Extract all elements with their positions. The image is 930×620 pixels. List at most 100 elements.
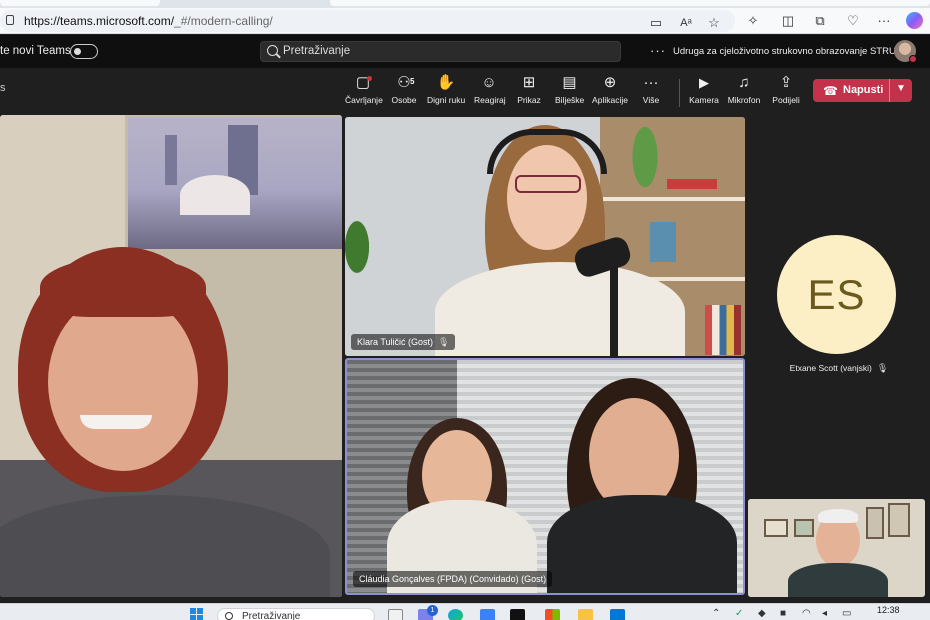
participant-name-label: Klara Tuličić (Gost) 🎙 xyxy=(351,334,456,350)
participant-avatar-tile[interactable]: ES Etxane Scott (vanjski) 🎙 xyxy=(748,223,930,373)
battery-icon[interactable]: ▭ xyxy=(842,608,851,619)
taskbar-clock[interactable]: 12:38 xyxy=(877,605,900,615)
glasses xyxy=(515,175,581,193)
favorite-star-icon[interactable]: ☆ xyxy=(706,16,722,30)
chat-icon: ▢ xyxy=(355,74,371,91)
chat-button[interactable]: ▢ Čavrljanje xyxy=(345,74,383,112)
view-button[interactable]: ⊞ Prikaz xyxy=(517,74,541,112)
grid-icon: ⊞ xyxy=(522,74,536,91)
mic-stand xyxy=(610,267,618,356)
smiley-icon: ☺ xyxy=(481,74,497,91)
app-icon[interactable] xyxy=(510,609,525,620)
apps-button[interactable]: ⊕ Aplikacije xyxy=(592,74,628,112)
camera-icon: ▶ xyxy=(699,75,709,90)
participant-shirt xyxy=(788,563,888,597)
camera-button[interactable]: ▶ Kamera xyxy=(689,74,719,112)
meeting-controls-bar: s ▢ Čavrljanje ⚇ 5 Osobe ✋ Digni ruku ☺ … xyxy=(0,68,930,115)
more-icon[interactable]: ··· xyxy=(876,14,892,28)
browser-tab-active[interactable] xyxy=(330,0,930,6)
screen: https://teams.microsoft.com/_#/modern-ca… xyxy=(0,0,930,620)
extensions-icon[interactable]: ✧ xyxy=(745,14,761,28)
participant-sweater xyxy=(547,495,737,593)
tray-app-icon[interactable]: ◆ xyxy=(758,608,766,619)
raise-hand-button[interactable]: ✋ Digni ruku xyxy=(427,74,465,112)
settings-more-icon[interactable]: ··· xyxy=(650,43,666,58)
security-icon[interactable]: ✓ xyxy=(735,608,743,619)
search-placeholder: Pretraživanje xyxy=(283,45,351,57)
store-icon[interactable] xyxy=(480,609,495,620)
mic-muted-icon: 🎙 xyxy=(438,337,450,347)
picture-frame xyxy=(888,503,910,537)
file-explorer-icon[interactable] xyxy=(578,609,593,620)
organization-name[interactable]: Udruga za cjeloživotno strukovno obrazov… xyxy=(673,46,909,57)
picture-frame xyxy=(794,519,814,537)
windows-taskbar: Pretraživanje 1 ⌃ ✓ ◆ ■ ◠ ◂ ▭ 12:38 xyxy=(0,603,930,620)
lock-icon[interactable] xyxy=(6,15,14,25)
camera-icon[interactable]: ▭ xyxy=(648,16,664,30)
unread-dot xyxy=(367,76,372,81)
url-field[interactable]: https://teams.microsoft.com/_#/modern-ca… xyxy=(0,10,735,32)
picture-frame xyxy=(866,507,884,539)
outlook-icon[interactable] xyxy=(610,609,625,620)
avatar[interactable] xyxy=(894,40,917,63)
chevron-up-icon[interactable]: ⌃ xyxy=(712,608,720,619)
browser-address-bar: https://teams.microsoft.com/_#/modern-ca… xyxy=(0,8,930,34)
hang-up-icon: ☎ xyxy=(823,84,838,98)
share-button[interactable]: ⇪ Podijeli xyxy=(772,74,800,112)
search-icon xyxy=(225,612,233,620)
react-button[interactable]: ☺ Reagiraj xyxy=(474,74,506,112)
copilot-icon[interactable] xyxy=(906,12,923,29)
notes-icon: ▤ xyxy=(562,74,577,91)
participant-name-label: Cláudia Gonçalves (FPDA) (Convidado) (Go… xyxy=(353,571,553,587)
participant-video-claudia[interactable]: Cláudia Gonçalves (FPDA) (Convidado) (Go… xyxy=(345,358,745,595)
windows-start-icon[interactable] xyxy=(190,608,204,620)
hand-icon: ✋ xyxy=(436,74,456,91)
more-icon: ··· xyxy=(643,74,659,91)
split-screen-icon[interactable]: ◫ xyxy=(780,14,796,28)
participant-video-main[interactable] xyxy=(0,115,342,597)
participant-hair xyxy=(818,509,858,523)
browser-tab-strip xyxy=(0,0,930,8)
toolbar-divider xyxy=(679,79,680,107)
search-input[interactable]: Pretraživanje xyxy=(260,41,621,62)
participant-name-label: Etxane Scott (vanjski) 🎙 xyxy=(789,363,889,373)
office-icon[interactable] xyxy=(545,609,560,620)
notes-button[interactable]: ▤ Bilješke xyxy=(555,74,584,112)
new-teams-toggle[interactable] xyxy=(70,44,98,59)
presence-badge xyxy=(909,55,917,63)
favorites-icon[interactable]: ♡ xyxy=(845,14,861,28)
people-button[interactable]: ⚇ 5 Osobe xyxy=(390,74,418,112)
participant-smile xyxy=(80,415,152,429)
participant-jacket xyxy=(435,262,685,356)
meeting-timer-fragment: s xyxy=(0,82,6,94)
picture-frame xyxy=(764,519,788,537)
mic-muted-icon: 🎙 xyxy=(876,363,889,373)
chevron-down-icon[interactable]: ▼ xyxy=(896,83,906,94)
books xyxy=(705,305,741,355)
read-aloud-icon[interactable]: Aᵃ xyxy=(678,16,694,30)
leave-button[interactable]: ☎ Napusti ▼ xyxy=(813,79,912,102)
microphone-icon: ♫ xyxy=(738,74,750,91)
microphone-button[interactable]: ♫ Mikrofon xyxy=(727,74,761,112)
video-stage: Klara Tuličić (Gost) 🎙 Cláudia Gonçalves … xyxy=(0,115,930,603)
collections-icon[interactable]: ⧉ xyxy=(812,14,828,28)
share-icon: ⇪ xyxy=(779,74,793,91)
more-button[interactable]: ··· Više xyxy=(641,74,661,112)
leave-split-divider xyxy=(889,79,890,102)
url-text[interactable]: https://teams.microsoft.com/_#/modern-ca… xyxy=(24,14,273,28)
volume-icon[interactable]: ◂ xyxy=(822,608,827,619)
plant xyxy=(620,117,670,217)
participant-video-klara[interactable]: Klara Tuličić (Gost) 🎙 xyxy=(345,117,745,356)
participant-video-self[interactable] xyxy=(748,499,925,597)
tray-app-icon[interactable]: ■ xyxy=(780,608,786,619)
browser-tab[interactable] xyxy=(0,0,160,6)
teams-title-bar: te novi Teams Pretraživanje ··· Udruga z… xyxy=(0,35,930,68)
edge-icon[interactable] xyxy=(448,609,463,620)
participant-bangs xyxy=(40,257,206,317)
plant xyxy=(345,187,385,307)
wifi-icon[interactable]: ◠ xyxy=(802,608,811,619)
taskbar-search-input[interactable]: Pretraživanje xyxy=(217,608,375,620)
search-icon xyxy=(267,45,278,56)
notification-badge: 1 xyxy=(427,605,438,616)
task-view-icon[interactable] xyxy=(388,609,403,620)
